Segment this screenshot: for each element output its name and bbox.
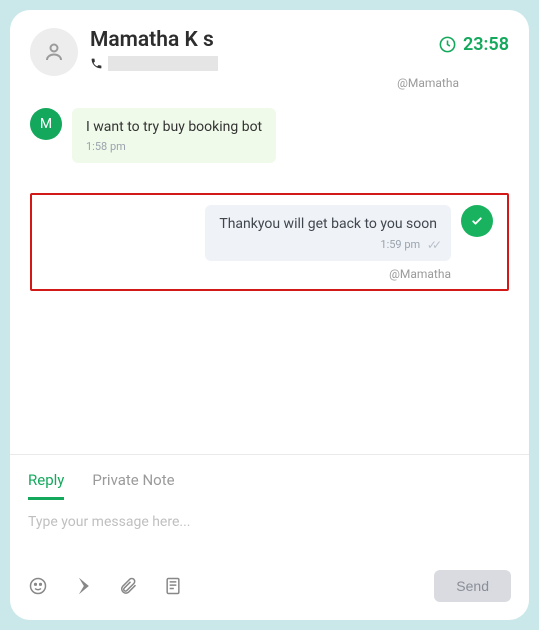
double-check-icon: ✓✓ [427,237,437,253]
outgoing-time: 1:59 pm ✓✓ [219,237,437,253]
time-value: 23:58 [463,34,509,55]
prev-msg-author: @Mamatha [30,76,509,90]
message-list[interactable]: @Mamatha M I want to try buy booking bot… [10,76,529,454]
composer-toolbar: Send [28,570,511,602]
emoji-icon[interactable] [28,576,48,596]
contact-name: Mamatha K s [90,28,426,53]
contact-avatar[interactable] [30,28,78,76]
header-time: 23:58 [438,34,509,55]
contact-phone [90,56,426,71]
incoming-avatar: M [30,108,62,140]
highlighted-region: Thankyou will get back to you soon 1:59 … [30,193,509,291]
composer: Reply Private Note Type your message her… [10,454,529,620]
chat-header: Mamatha K s 23:58 [10,10,529,76]
whatsapp-icon [468,212,486,230]
tab-private-note[interactable]: Private Note [92,463,174,500]
attachment-icon[interactable] [118,576,138,596]
template-icon[interactable] [163,576,183,596]
tab-reply[interactable]: Reply [28,463,64,500]
outgoing-message-row: Thankyou will get back to you soon 1:59 … [46,205,493,261]
quick-reply-icon[interactable] [73,576,93,596]
outgoing-avatar [461,205,493,237]
incoming-time: 1:58 pm [86,140,262,155]
chat-window: Mamatha K s 23:58 @Mamatha M I want to t… [10,10,529,620]
person-icon [42,40,66,64]
composer-tabs: Reply Private Note [28,463,511,500]
toolbar-left [28,576,183,596]
send-button[interactable]: Send [434,570,511,602]
phone-icon [90,57,103,70]
outgoing-author: @Mamatha [46,267,493,281]
phone-redacted [108,56,218,71]
outgoing-bubble[interactable]: Thankyou will get back to you soon 1:59 … [205,205,451,261]
incoming-message-row: M I want to try buy booking bot 1:58 pm [30,108,509,163]
header-title-wrap: Mamatha K s [90,28,426,71]
incoming-bubble[interactable]: I want to try buy booking bot 1:58 pm [72,108,276,163]
clock-icon [438,35,457,54]
message-input[interactable]: Type your message here... [28,504,511,570]
incoming-text: I want to try buy booking bot [86,119,262,135]
outgoing-text: Thankyou will get back to you soon [219,216,437,232]
